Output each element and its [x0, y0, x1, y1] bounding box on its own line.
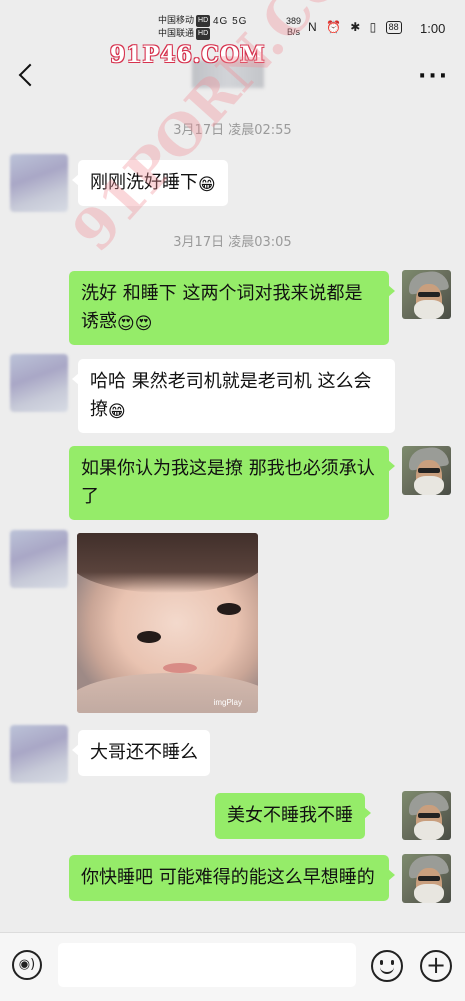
heart-eyes-emoji-icon: 😍😍 [117, 314, 153, 334]
more-options-icon[interactable]: ··· [418, 64, 449, 89]
message-input[interactable] [58, 943, 356, 987]
message-text: 美女不睡我不睡 [227, 805, 353, 826]
plus-icon[interactable]: + [420, 950, 452, 982]
avatar[interactable] [402, 446, 451, 495]
input-bar: ◉) + [0, 932, 465, 1001]
carrier-2: 中国联通 [158, 28, 195, 38]
avatar[interactable] [10, 154, 68, 212]
grin-emoji-icon: 😁 [108, 402, 126, 422]
hd-tag: HD [196, 15, 211, 27]
message-text: 刚刚洗好睡下 [90, 172, 198, 193]
message-text: 如果你认为我这是撩 那我也必须承认了 [81, 458, 375, 507]
avatar[interactable] [402, 854, 451, 903]
clock: 1:00 [420, 21, 446, 36]
avatar[interactable] [402, 270, 451, 319]
network-speed: 389 B/s [286, 16, 301, 38]
hd-tag-2: HD [196, 28, 211, 40]
message-bubble-received[interactable]: 大哥还不睡么 [72, 730, 210, 776]
emoji-icon[interactable] [371, 950, 403, 982]
network-speed-value: 389 [286, 16, 302, 26]
message-bubble-received[interactable]: 哈哈 果然老司机就是老司机 这么会撩😁 [72, 359, 395, 433]
message-bubble-received[interactable]: 刚刚洗好睡下😁 [72, 160, 228, 206]
avatar[interactable] [10, 725, 68, 783]
message-bubble-sent[interactable]: 洗好 和睡下 这两个词对我来说都是诱惑😍😍 [69, 271, 395, 345]
watermark-top: 91P46.COM [110, 42, 266, 68]
carrier-1: 中国移动 [158, 15, 195, 25]
system-status-icons: N ⏰ ✱ ▯ [308, 20, 380, 34]
avatar[interactable] [402, 791, 451, 840]
timestamp: 3月17日 凌晨03:05 [173, 235, 292, 250]
avatar[interactable] [10, 530, 68, 588]
message-text: 大哥还不睡么 [90, 742, 198, 763]
message-bubble-sent[interactable]: 你快睡吧 可能难得的能这么早想睡的 [69, 855, 395, 901]
avatar[interactable] [10, 354, 68, 412]
back-arrow-icon[interactable] [14, 60, 44, 90]
signal-icons: 4G 5G [213, 16, 248, 27]
message-image[interactable]: imgPlay [77, 533, 258, 713]
image-tag: imgPlay [213, 698, 242, 707]
carrier-info: 中国移动 HD 中国联通 HD [158, 14, 211, 40]
system-icons: N ⏰ ✱ ▯ 88 [308, 20, 402, 34]
message-bubble-sent[interactable]: 美女不睡我不睡 [215, 793, 371, 839]
message-text: 你快睡吧 可能难得的能这么早想睡的 [81, 867, 375, 888]
voice-icon[interactable]: ◉) [12, 950, 42, 980]
battery-icon: 88 [385, 21, 402, 34]
message-bubble-sent[interactable]: 如果你认为我这是撩 那我也必须承认了 [69, 446, 395, 520]
message-text: 哈哈 果然老司机就是老司机 这么会撩 [90, 371, 372, 420]
network-speed-unit: B/s [287, 27, 301, 37]
timestamp: 3月17日 凌晨02:55 [173, 123, 292, 138]
grin-emoji-icon: 😁 [198, 175, 216, 195]
